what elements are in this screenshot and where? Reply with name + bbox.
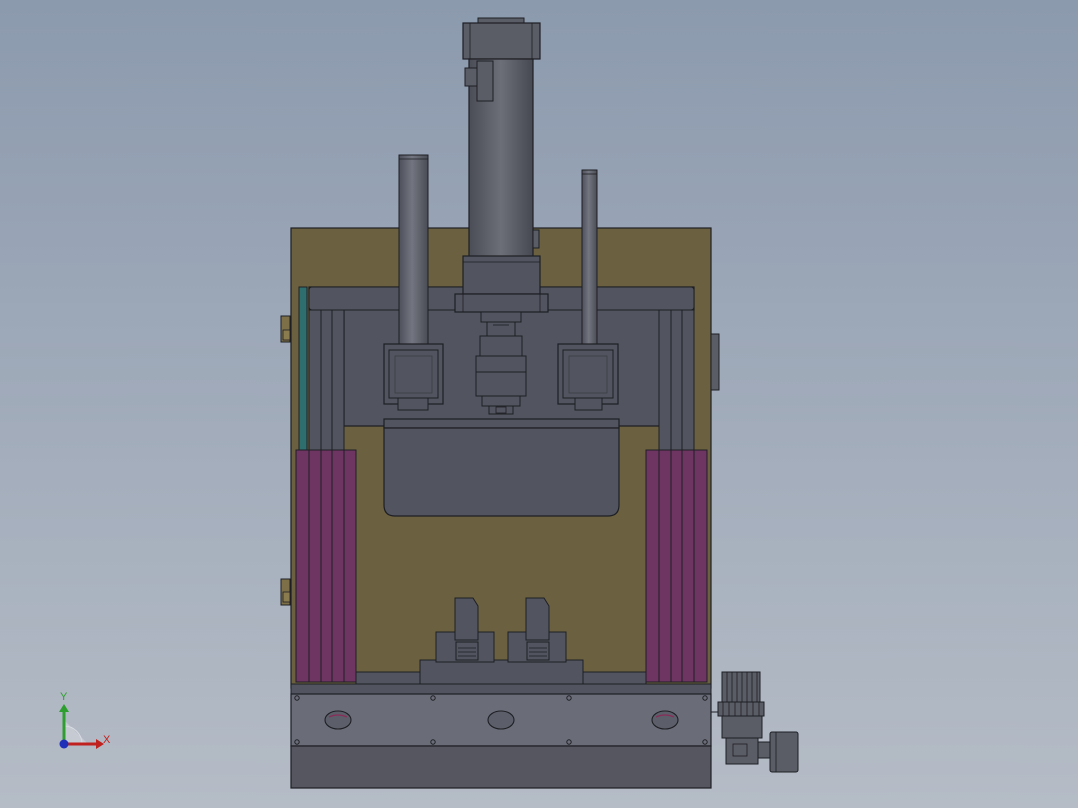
x-axis-label: X: [103, 734, 111, 746]
right-linear-rail: [645, 449, 708, 683]
left-guide-strip: [298, 286, 308, 453]
z-axis-point: [59, 739, 69, 749]
right-column-stack: [658, 309, 695, 451]
servo-motor-cylinder: [462, 17, 541, 260]
cylinder-flange: [454, 255, 549, 313]
left-column-stack: [308, 309, 345, 451]
left-guide-rod: [398, 154, 429, 346]
left-bearing-block: [383, 343, 444, 411]
press-head-plate: [383, 418, 620, 517]
right-side-block: [710, 333, 720, 391]
right-bearing-block: [557, 343, 619, 411]
y-axis-label: Y: [60, 691, 68, 703]
machine-assembly-drawing: X Y: [59, 17, 799, 789]
left-linear-rail: [295, 449, 357, 683]
coordinate-triad: X Y: [59, 691, 111, 749]
cad-viewport[interactable]: X Y: [0, 0, 1078, 808]
left-side-brackets: [280, 315, 291, 606]
machine-base: [290, 683, 712, 789]
y-axis-arrowhead: [59, 704, 69, 712]
right-guide-rod: [581, 169, 598, 346]
pressure-regulator-assembly: [711, 671, 799, 773]
